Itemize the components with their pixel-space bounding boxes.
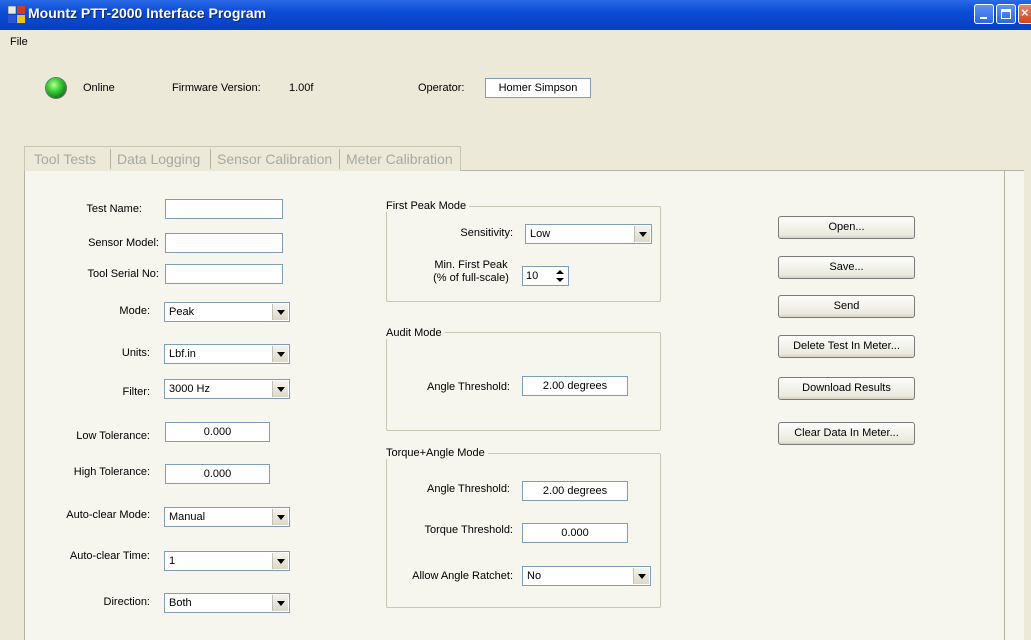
operator-label: Operator:: [418, 82, 465, 94]
tab-divider: [210, 149, 211, 169]
tab-data-logging[interactable]: Data Logging: [117, 148, 200, 170]
clear-data-button[interactable]: Clear Data In Meter...: [778, 422, 915, 445]
save-button[interactable]: Save...: [778, 256, 915, 279]
tool-serial-field[interactable]: [165, 264, 283, 284]
units-label: Units:: [121, 347, 150, 359]
test-name-label: Test Name:: [86, 203, 142, 215]
online-label: Online: [83, 82, 115, 94]
tab-divider: [339, 149, 340, 169]
download-results-button[interactable]: Download Results: [778, 377, 915, 400]
chevron-down-icon: [634, 226, 650, 242]
torque-angle-mode-title: Torque+Angle Mode: [383, 447, 488, 459]
chevron-down-icon: [272, 553, 288, 569]
spinner-up-icon[interactable]: [553, 268, 567, 276]
firmware-version-label: Firmware Version:: [172, 82, 261, 94]
torque-angle-threshold-label: Angle Threshold:: [427, 483, 510, 495]
firmware-version-value: 1.00f: [289, 82, 314, 94]
torque-threshold-field[interactable]: 0.000: [522, 523, 628, 543]
send-button[interactable]: Send: [778, 295, 915, 318]
tab-tool-tests[interactable]: Tool Tests: [34, 148, 96, 170]
operator-field[interactable]: Homer Simpson: [485, 78, 591, 98]
tool-serial-label: Tool Serial No:: [87, 268, 159, 280]
torque-threshold-label: Torque Threshold:: [424, 524, 513, 536]
min-first-peak-label: Min. First Peak: [434, 259, 508, 271]
sensor-model-label: Sensor Model:: [88, 237, 159, 249]
online-status-led-icon: [46, 78, 66, 98]
delete-test-button[interactable]: Delete Test In Meter...: [778, 335, 915, 358]
filter-value: 3000 Hz: [169, 383, 210, 395]
mode-label: Mode:: [119, 305, 150, 317]
units-dropdown[interactable]: Lbf.in: [164, 344, 290, 364]
high-tolerance-label: High Tolerance:: [73, 466, 150, 478]
sensitivity-label: Sensitivity:: [460, 227, 513, 239]
chevron-down-icon: [272, 595, 288, 611]
filter-label: Filter:: [122, 386, 151, 398]
close-icon: ×: [1021, 5, 1029, 20]
maximize-icon: [1001, 9, 1011, 19]
window-title: Mountz PTT-2000 Interface Program: [28, 5, 267, 21]
maximize-button[interactable]: [996, 4, 1016, 24]
autoclear-time-label: Auto-clear Time:: [69, 550, 150, 562]
direction-value: Both: [169, 597, 192, 609]
audit-angle-threshold-label: Angle Threshold:: [427, 381, 510, 393]
chevron-down-icon: [272, 381, 288, 397]
autoclear-mode-label: Auto-clear Mode:: [66, 509, 150, 521]
chevron-down-icon: [272, 346, 288, 362]
low-tolerance-field[interactable]: 0.000: [165, 422, 270, 442]
first-peak-mode-title: First Peak Mode: [383, 200, 470, 212]
min-first-peak-sublabel: (% of full-scale): [433, 272, 509, 284]
chevron-down-icon: [633, 568, 649, 584]
spinner-down-icon[interactable]: [553, 276, 567, 284]
open-button[interactable]: Open...: [778, 216, 915, 239]
direction-dropdown[interactable]: Both: [164, 593, 290, 613]
allow-angle-ratchet-label: Allow Angle Ratchet:: [412, 570, 513, 582]
panel-divider: [1004, 171, 1005, 640]
sensitivity-dropdown[interactable]: Low: [525, 224, 652, 244]
units-value: Lbf.in: [169, 348, 196, 360]
autoclear-mode-dropdown[interactable]: Manual: [164, 507, 290, 527]
menu-file[interactable]: File: [10, 36, 28, 48]
audit-mode-title: Audit Mode: [383, 327, 445, 339]
chevron-down-icon: [272, 509, 288, 525]
tab-divider: [110, 149, 111, 169]
chevron-down-icon: [272, 304, 288, 320]
low-tolerance-label: Low Tolerance:: [76, 430, 150, 442]
mode-dropdown[interactable]: Peak: [164, 302, 290, 322]
menu-bar: [0, 30, 1031, 50]
minimize-button[interactable]: [974, 4, 994, 24]
min-first-peak-value: 10: [526, 270, 539, 282]
high-tolerance-field[interactable]: 0.000: [165, 464, 270, 484]
app-icon: [8, 6, 25, 23]
tab-meter-calibration[interactable]: Meter Calibration: [346, 148, 453, 170]
sensitivity-value: Low: [530, 228, 551, 240]
close-button[interactable]: ×: [1018, 4, 1031, 24]
autoclear-time-value: 1: [169, 555, 176, 567]
tab-sensor-calibration[interactable]: Sensor Calibration: [217, 148, 332, 170]
autoclear-time-dropdown[interactable]: 1: [164, 551, 290, 571]
audit-angle-threshold-field[interactable]: 2.00 degrees: [522, 376, 628, 396]
allow-angle-ratchet-dropdown[interactable]: No: [522, 566, 651, 586]
allow-angle-ratchet-value: No: [527, 570, 542, 582]
test-name-field[interactable]: [165, 199, 283, 219]
torque-angle-threshold-field[interactable]: 2.00 degrees: [522, 481, 628, 501]
direction-label: Direction:: [103, 596, 150, 608]
mode-value: Peak: [169, 306, 195, 318]
sensor-model-field[interactable]: [165, 233, 283, 253]
autoclear-mode-value: Manual: [169, 511, 206, 523]
min-first-peak-spinner[interactable]: 10: [522, 266, 569, 286]
minimize-icon: [980, 17, 987, 19]
first-peak-mode-group: [386, 206, 661, 302]
filter-dropdown[interactable]: 3000 Hz: [164, 379, 290, 399]
